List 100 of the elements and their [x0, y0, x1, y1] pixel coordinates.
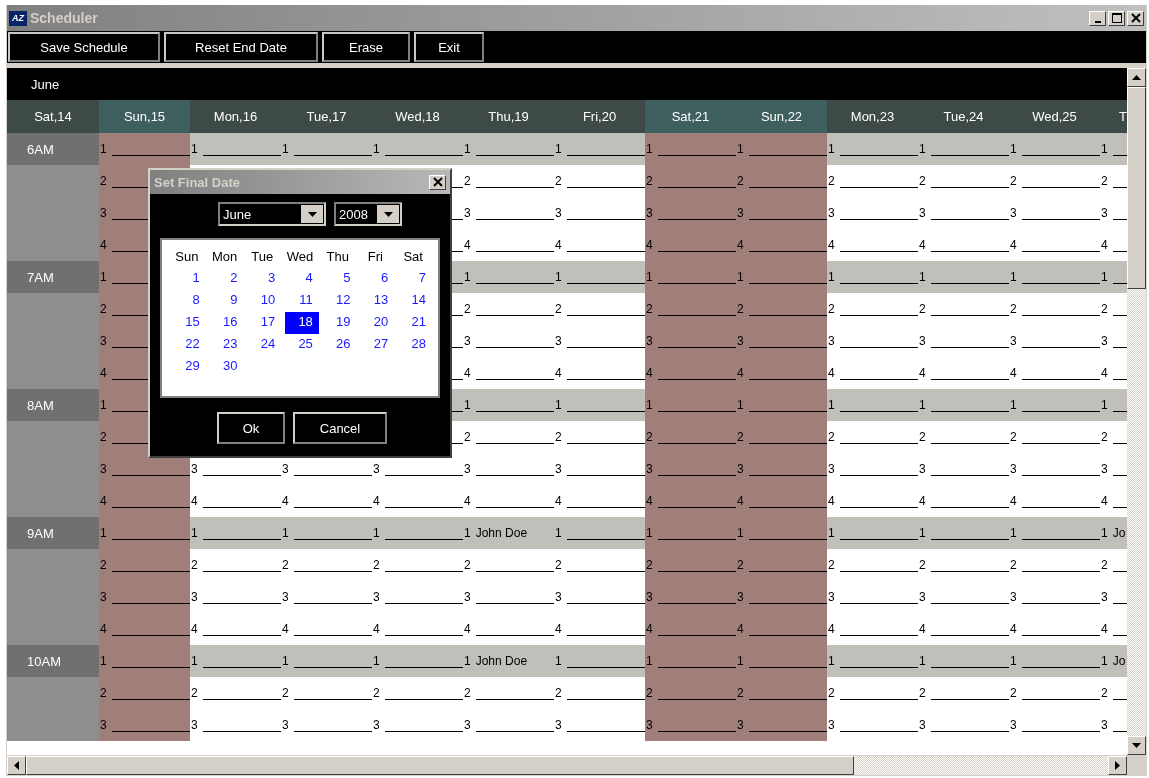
slot-cell[interactable]: 4 [99, 485, 190, 517]
slot-cell[interactable]: 3 [918, 197, 1009, 229]
slot-cell[interactable]: 2 [645, 677, 736, 709]
slot-cell[interactable]: 2 [372, 677, 463, 709]
slot-cell[interactable]: 4 [918, 613, 1009, 645]
slot-cell[interactable]: 1 [281, 645, 372, 677]
calendar-day[interactable]: 12 [322, 290, 357, 312]
calendar-day[interactable]: 7 [398, 268, 432, 290]
slot-cell[interactable]: 2 [918, 421, 1009, 453]
slot-cell[interactable]: 3 [736, 581, 827, 613]
calendar-day[interactable]: 6 [360, 268, 395, 290]
slot-cell[interactable]: 1 [99, 645, 190, 677]
slot-cell[interactable]: 1 [1009, 645, 1100, 677]
slot-cell[interactable]: 1 [827, 645, 918, 677]
slot-cell[interactable]: 3 [827, 325, 918, 357]
slot-cell[interactable]: 2 [827, 421, 918, 453]
slot-cell[interactable]: 2 [372, 549, 463, 581]
slot-cell[interactable]: 3 [281, 453, 372, 485]
toolbar-button[interactable]: Save Schedule [8, 32, 160, 62]
slot-cell[interactable]: 2 [281, 549, 372, 581]
dialog-button[interactable]: Cancel [293, 412, 387, 444]
slot-cell[interactable]: 2 [463, 549, 554, 581]
slot-cell[interactable]: 1 [372, 133, 463, 165]
slot-cell[interactable]: 1 [1009, 517, 1100, 549]
slot-cell[interactable]: 1 [645, 133, 736, 165]
calendar-day[interactable]: 11 [285, 290, 319, 312]
calendar-day[interactable]: 16 [209, 312, 244, 334]
slot-cell[interactable]: 1 [190, 645, 281, 677]
slot-cell[interactable]: 2 [1009, 293, 1100, 325]
calendar-day[interactable]: 30 [209, 356, 244, 378]
slot-cell[interactable]: 3 [827, 453, 918, 485]
slot-cell[interactable]: 1 [736, 517, 827, 549]
slot-cell[interactable]: 2 [736, 421, 827, 453]
slot-cell[interactable]: 1 [736, 645, 827, 677]
year-dropdown[interactable]: 2008 [334, 202, 402, 226]
slot-cell[interactable]: 4 [1009, 357, 1100, 389]
slot-cell[interactable]: 1 [645, 389, 736, 421]
calendar-day[interactable]: 4 [285, 268, 319, 290]
slot-cell[interactable]: 3 [736, 453, 827, 485]
calendar-day[interactable]: 23 [209, 334, 244, 356]
scroll-left-button[interactable] [7, 756, 26, 775]
calendar-day[interactable]: 24 [247, 334, 282, 356]
slot-cell[interactable]: 4 [736, 357, 827, 389]
slot-cell[interactable]: 3 [99, 581, 190, 613]
slot-cell[interactable]: 3 [736, 709, 827, 741]
slot-cell[interactable]: 3 [463, 453, 554, 485]
slot-cell[interactable]: 2 [99, 677, 190, 709]
slot-cell[interactable]: 2 [827, 165, 918, 197]
slot-cell[interactable]: 4 [190, 485, 281, 517]
slot-cell[interactable]: 3 [463, 197, 554, 229]
horizontal-scrollbar[interactable] [7, 756, 1146, 775]
calendar-day[interactable]: 27 [360, 334, 395, 356]
slot-cell[interactable]: 1 Jo [1100, 645, 1127, 677]
slot-cell[interactable]: 4 [827, 357, 918, 389]
slot-cell[interactable]: 3 [918, 453, 1009, 485]
slot-cell[interactable]: 3 [1009, 197, 1100, 229]
slot-cell[interactable]: 1 [372, 645, 463, 677]
slot-cell[interactable]: 1 [463, 133, 554, 165]
slot-cell[interactable]: 1 [827, 517, 918, 549]
slot-cell[interactable]: 1 [190, 517, 281, 549]
slot-cell[interactable]: 3 [645, 709, 736, 741]
slot-cell[interactable]: 3 [918, 581, 1009, 613]
slot-cell[interactable]: 4 [281, 613, 372, 645]
vertical-scrollbar[interactable] [1127, 68, 1146, 755]
slot-cell[interactable]: 2 [736, 677, 827, 709]
slot-cell[interactable]: 4 [827, 613, 918, 645]
slot-cell[interactable]: 3 [372, 453, 463, 485]
slot-cell[interactable]: 4 [1009, 229, 1100, 261]
slot-cell[interactable]: 4 [645, 485, 736, 517]
slot-cell[interactable]: 2 [918, 549, 1009, 581]
dialog-button[interactable]: Ok [217, 412, 285, 444]
slot-cell[interactable]: 4 [827, 229, 918, 261]
slot-cell[interactable]: 2 [827, 293, 918, 325]
slot-cell[interactable]: 2 [827, 677, 918, 709]
slot-cell[interactable]: 4 [645, 229, 736, 261]
month-dropdown[interactable]: June [218, 202, 326, 226]
calendar-day[interactable]: 2 [209, 268, 244, 290]
slot-cell[interactable]: 3 [281, 709, 372, 741]
slot-cell[interactable]: 3 [99, 709, 190, 741]
slot-cell[interactable]: 1 [918, 261, 1009, 293]
slot-cell[interactable]: 3 [918, 709, 1009, 741]
slot-cell[interactable]: 1 [918, 645, 1009, 677]
slot-cell[interactable]: 2 [645, 421, 736, 453]
slot-cell[interactable]: 1 [372, 517, 463, 549]
slot-cell[interactable]: 3 [281, 581, 372, 613]
calendar-day[interactable]: 18 [285, 312, 319, 334]
slot-cell[interactable]: 3 [827, 709, 918, 741]
slot-cell[interactable]: 1 [99, 517, 190, 549]
slot-cell[interactable]: 2 [281, 677, 372, 709]
scroll-thumb[interactable] [1127, 87, 1146, 289]
slot-cell[interactable]: 2 [1009, 421, 1100, 453]
slot-cell[interactable]: 4 [463, 613, 554, 645]
slot-cell[interactable]: 4 [736, 485, 827, 517]
slot-cell[interactable]: 1 John Doe [463, 517, 554, 549]
slot-cell[interactable]: 4 [918, 485, 1009, 517]
slot-cell[interactable]: 4 [1009, 613, 1100, 645]
slot-cell[interactable]: 4 [645, 357, 736, 389]
slot-cell[interactable]: 2 [1009, 549, 1100, 581]
slot-cell[interactable]: 1 [281, 133, 372, 165]
slot-cell[interactable]: 4 [918, 357, 1009, 389]
